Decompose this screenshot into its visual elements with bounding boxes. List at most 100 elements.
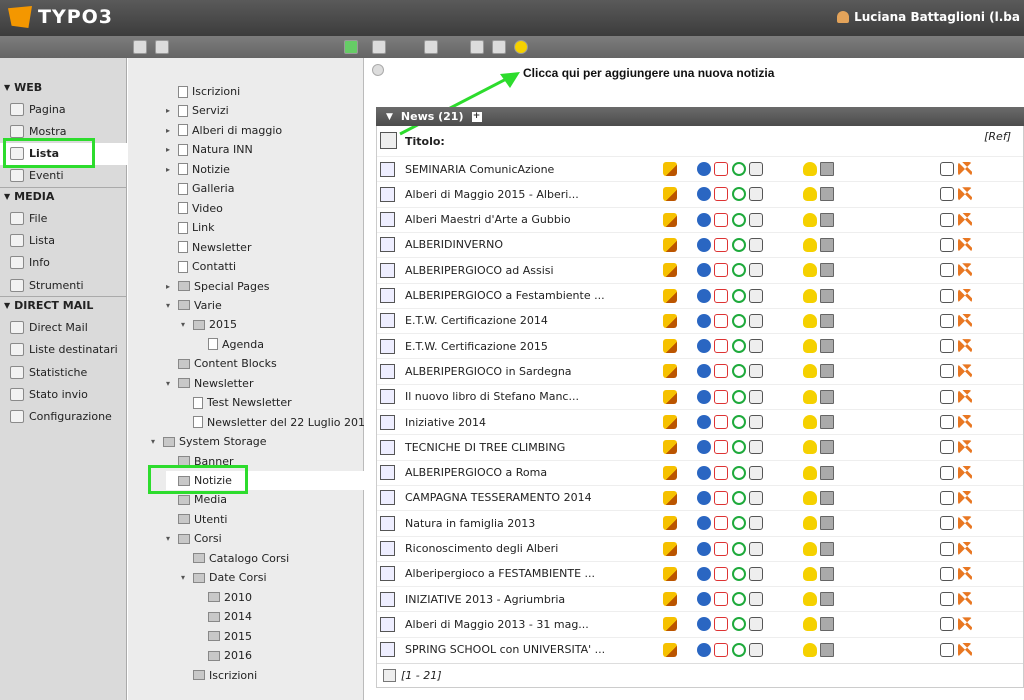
info-icon[interactable] [697,415,711,429]
new-record-icon[interactable] [749,263,763,278]
new-record-icon[interactable] [749,237,763,252]
new-record-icon[interactable] [749,465,763,480]
bulb-icon[interactable] [803,490,817,505]
bulb-icon[interactable] [803,237,817,252]
copy-icon[interactable] [940,592,954,607]
news-record-icon[interactable] [380,515,395,531]
cut-icon[interactable] [958,313,972,328]
tree-node[interactable]: ▸ Alberi di maggio [166,121,282,140]
history-icon[interactable] [714,237,728,252]
news-title[interactable]: ALBERIPERGIOCO a Roma [405,466,547,479]
table-row[interactable]: Il nuovo libro di Stefano Manc... [377,383,1023,409]
trash-icon[interactable] [820,339,834,354]
edit-icon[interactable] [663,187,677,202]
refresh-icon[interactable] [732,162,746,176]
tree-node[interactable]: ▸ Notizie [166,160,230,179]
tree-node[interactable]: ▾ Varie [166,296,222,315]
cut-icon[interactable] [958,187,972,202]
history-icon[interactable] [714,642,728,657]
new-news-icon[interactable] [380,132,397,149]
news-record-icon[interactable] [380,439,395,455]
trash-icon[interactable] [820,187,834,202]
tree-node[interactable]: Content Blocks [166,354,277,373]
tree-node[interactable]: 2010 [196,588,252,607]
new-page-icon[interactable] [492,40,506,54]
copy-icon[interactable] [940,465,954,480]
tree-node[interactable]: ▾ Newsletter [166,374,253,393]
copy-icon[interactable] [940,389,954,404]
news-record-icon[interactable] [380,363,395,379]
cut-icon[interactable] [958,389,972,404]
table-row[interactable]: E.T.W. Certificazione 2015 [377,333,1023,358]
trash-icon[interactable] [820,465,834,480]
table-row[interactable]: Iniziative 2014 [377,409,1023,434]
edit-icon[interactable] [663,592,677,607]
copy-icon[interactable] [940,566,954,581]
copy-icon[interactable] [940,490,954,505]
tree-node[interactable]: 2015 [196,627,252,646]
refresh-icon[interactable] [732,440,746,455]
news-record-icon[interactable] [380,490,395,506]
expand-arrow-icon[interactable]: ▾ [181,320,189,329]
bulb-icon[interactable] [803,313,817,328]
copy-icon[interactable] [940,339,954,354]
info-icon[interactable] [697,212,711,227]
bulb-icon[interactable] [803,465,817,480]
news-panel-header[interactable]: ▼ News (21) + [376,107,1024,126]
tree-node[interactable]: 2016 [196,646,252,665]
news-title[interactable]: INIZIATIVE 2013 - Agriumbria [405,593,565,606]
expand-arrow-icon[interactable]: ▸ [166,282,174,291]
tree-node[interactable]: Video [166,199,223,218]
bulb-icon[interactable] [803,617,817,632]
tree-node[interactable]: Test Newsletter [181,393,292,412]
tree-node[interactable]: 2014 [196,607,252,626]
expand-arrow-icon[interactable]: ▾ [151,437,159,446]
info-icon[interactable] [697,440,711,455]
cut-icon[interactable] [958,263,972,278]
trash-icon[interactable] [820,389,834,404]
bulb-icon[interactable] [803,642,817,657]
history-icon[interactable] [714,566,728,581]
cut-icon[interactable] [958,364,972,379]
news-title[interactable]: E.T.W. Certificazione 2014 [405,314,548,327]
news-title[interactable]: ALBERIDINVERNO [405,238,503,251]
table-row[interactable]: SEMINARIA ComunicAzione [377,156,1023,181]
cut-icon[interactable] [958,541,972,556]
bulb-icon[interactable] [803,415,817,429]
copy-icon[interactable] [940,516,954,531]
copy-icon[interactable] [940,642,954,657]
history-icon[interactable] [714,162,728,176]
tree-node[interactable]: Galleria [166,179,234,198]
bulb-icon[interactable] [803,339,817,354]
edit-icon[interactable] [663,364,677,379]
history-icon[interactable] [714,490,728,505]
news-title[interactable]: CAMPAGNA TESSERAMENTO 2014 [405,491,592,504]
bulb-icon[interactable] [803,288,817,303]
tree-node[interactable]: ▾ Date Corsi [181,568,267,587]
typo3-logo[interactable]: TYPO3 [8,6,113,28]
info-icon[interactable] [697,490,711,505]
history-icon[interactable] [714,617,728,632]
history-icon[interactable] [714,415,728,429]
new-record-icon[interactable] [749,541,763,556]
new-record-icon[interactable] [749,364,763,379]
news-title[interactable]: SPRING SCHOOL con UNIVERSITA' ... [405,643,605,656]
history-icon[interactable] [714,212,728,227]
trash-icon[interactable] [820,288,834,303]
trash-icon[interactable] [820,617,834,632]
news-record-icon[interactable] [380,642,395,658]
history-icon[interactable] [714,288,728,303]
news-record-icon[interactable] [380,186,395,202]
user-menu[interactable]: Luciana Battaglioni (l.ba [837,10,1020,24]
news-title[interactable]: Iniziative 2014 [405,416,486,429]
tree-node[interactable]: ▾ System Storage [151,432,267,451]
cut-icon[interactable] [958,415,972,429]
module-item-strumenti[interactable]: Strumenti [0,274,127,296]
new-record-icon[interactable] [749,440,763,455]
info-icon[interactable] [697,516,711,531]
news-title[interactable]: Riconoscimento degli Alberi [405,542,558,555]
copy-icon[interactable] [940,237,954,252]
history-icon[interactable] [714,313,728,328]
bulb-icon[interactable] [803,364,817,379]
expand-arrow-icon[interactable]: ▾ [166,379,174,388]
